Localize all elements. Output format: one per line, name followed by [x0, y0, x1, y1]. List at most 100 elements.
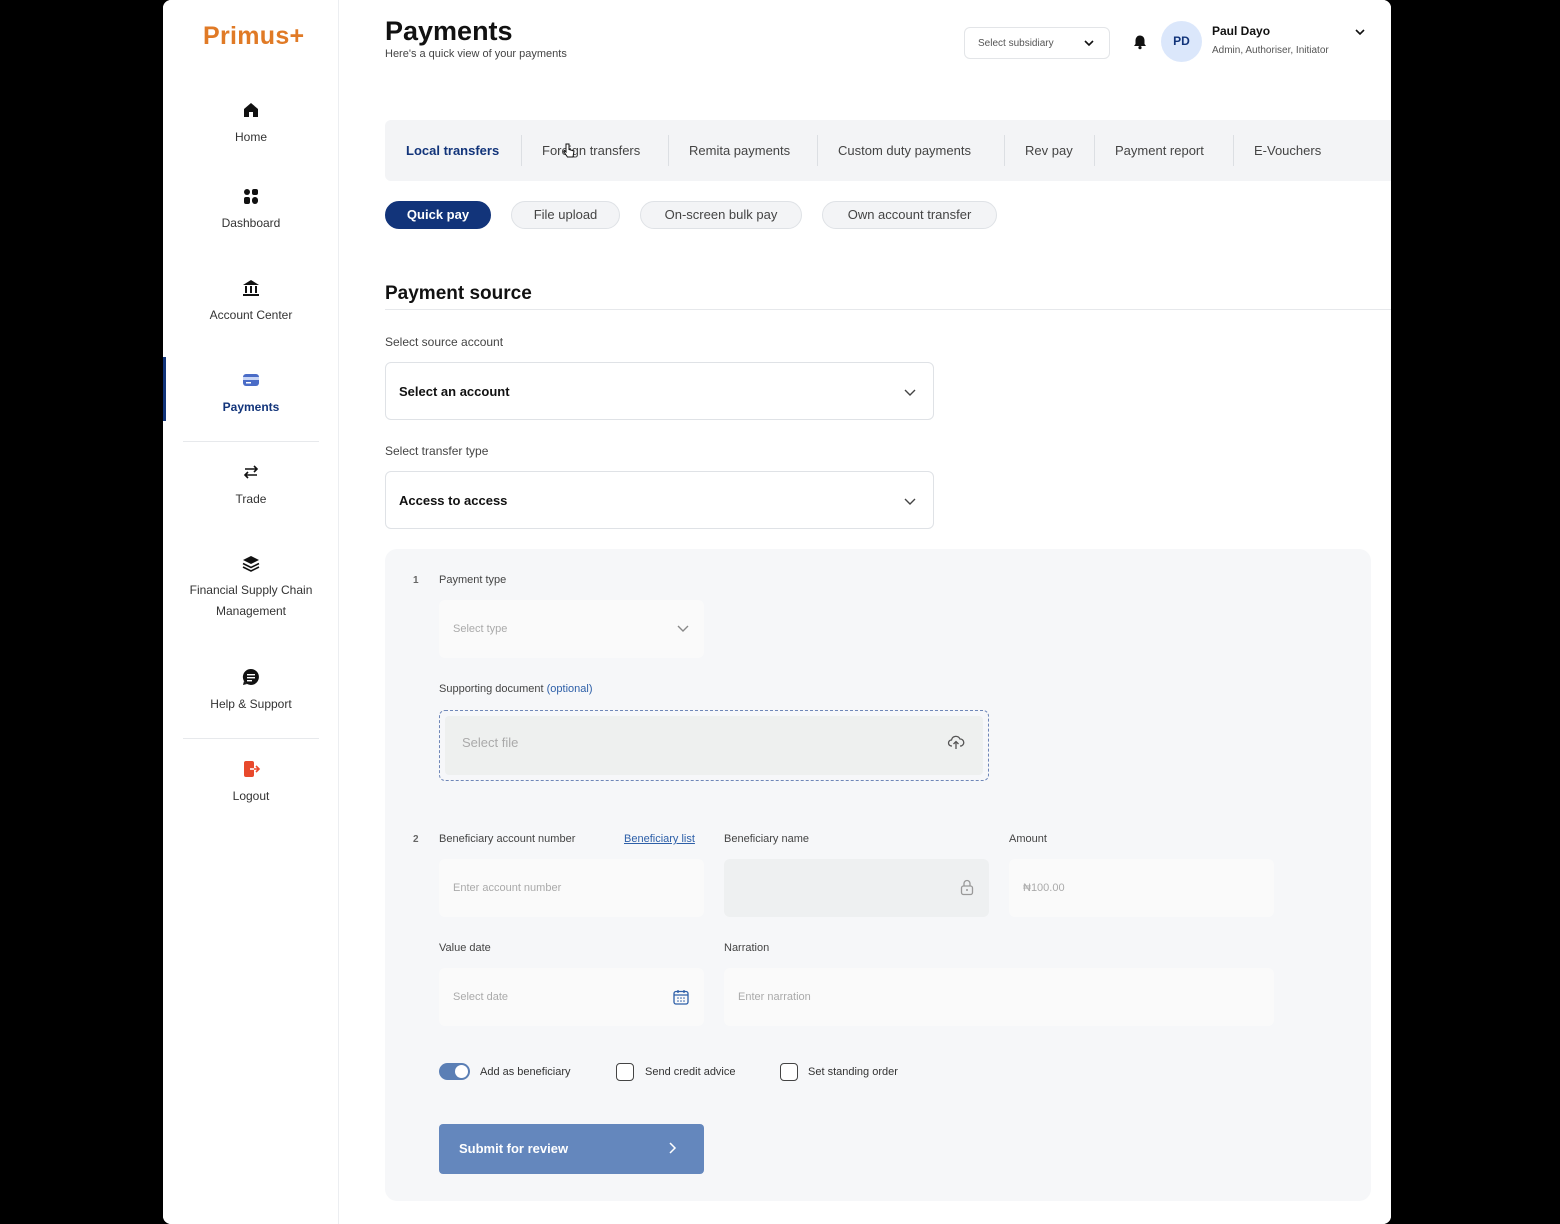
section-title: Payment source: [385, 283, 532, 304]
submit-for-review-button[interactable]: Submit for review: [439, 1124, 704, 1174]
add-beneficiary-label: Add as beneficiary: [480, 1066, 571, 1078]
chevron-down-icon: [677, 625, 689, 632]
tab-custom-duty-payments[interactable]: Custom duty payments: [838, 120, 971, 181]
send-credit-advice-checkbox[interactable]: [616, 1063, 634, 1081]
tab-local-transfers[interactable]: Local transfers: [406, 120, 499, 181]
sidebar-item-label: Home: [234, 130, 267, 144]
payment-tabs: Local transfers Foreign transfers Remita…: [385, 120, 1391, 181]
calendar-icon[interactable]: [672, 988, 690, 1006]
source-account-select[interactable]: Select an account: [385, 362, 934, 420]
sidebar: Primus+ Home Dashboard Account Center Pa…: [163, 0, 339, 1224]
hand-cursor-icon: [563, 143, 575, 158]
narration-label: Narration: [724, 942, 770, 954]
send-credit-advice-label: Send credit advice: [645, 1066, 736, 1078]
tab-divider: [1004, 135, 1005, 166]
payment-type-select[interactable]: Select type: [439, 600, 704, 658]
subsidiary-placeholder: Select subsidiary: [978, 38, 1054, 49]
sidebar-item-label: Financial Supply Chain Management: [189, 583, 313, 618]
add-beneficiary-toggle[interactable]: [439, 1063, 470, 1080]
sidebar-divider: [183, 441, 319, 442]
bell-icon[interactable]: [1132, 34, 1148, 50]
bank-icon: [243, 280, 259, 296]
tab-divider: [521, 135, 522, 166]
standing-order-checkbox[interactable]: [780, 1063, 798, 1081]
home-icon: [244, 103, 258, 117]
sidebar-item-label: Trade: [235, 492, 267, 506]
subtab-file-upload[interactable]: File upload: [511, 201, 620, 229]
value-date-input[interactable]: Select date: [439, 968, 704, 1026]
card-icon: [243, 374, 259, 386]
sidebar-item-financial-supply-chain[interactable]: Financial Supply Chain Management: [163, 554, 339, 622]
chevron-down-icon: [904, 389, 916, 396]
supporting-document-label: Supporting document (optional): [439, 683, 593, 695]
section-divider: [385, 309, 1391, 310]
chevron-right-icon: [669, 1142, 677, 1154]
transfer-type-select[interactable]: Access to access: [385, 471, 934, 529]
chevron-down-icon: [904, 498, 916, 505]
beneficiary-account-placeholder: Enter account number: [453, 882, 562, 894]
user-name: Paul Dayo: [1212, 24, 1271, 38]
subsidiary-select[interactable]: Select subsidiary: [964, 27, 1110, 59]
page-subtitle: Here's a quick view of your payments: [385, 48, 567, 60]
logout-icon: [244, 761, 261, 777]
subtab-own-account-transfer[interactable]: Own account transfer: [822, 201, 997, 229]
user-roles: Admin, Authoriser, Initiator: [1212, 45, 1329, 56]
chevron-down-icon[interactable]: [1354, 26, 1366, 38]
supporting-document-text: Supporting document: [439, 683, 544, 695]
swap-arrows-icon: [243, 465, 259, 479]
sidebar-divider: [183, 738, 319, 739]
dashboard-icon: [244, 189, 258, 204]
cloud-upload-icon: [947, 735, 965, 749]
main-content: Payments Here's a quick view of your pay…: [339, 0, 1391, 1224]
layers-icon: [242, 556, 260, 572]
step-number: 2: [413, 834, 419, 845]
tab-e-vouchers[interactable]: E-Vouchers: [1254, 120, 1321, 181]
sidebar-item-label: Dashboard: [221, 216, 281, 230]
tab-payment-report[interactable]: Payment report: [1115, 120, 1204, 181]
tab-divider: [1094, 135, 1095, 166]
lock-icon: [960, 879, 974, 896]
tab-divider: [668, 135, 669, 166]
sidebar-item-label: Help & Support: [210, 697, 292, 711]
sidebar-item-home[interactable]: Home: [163, 100, 339, 144]
beneficiary-list-link[interactable]: Beneficiary list: [624, 833, 695, 845]
step-number: 1: [413, 575, 419, 586]
sidebar-item-trade[interactable]: Trade: [163, 462, 339, 506]
toggle-knob: [455, 1065, 468, 1078]
transfer-type-label: Select transfer type: [385, 444, 489, 458]
sidebar-item-logout[interactable]: Logout: [163, 759, 339, 803]
avatar[interactable]: PD: [1161, 21, 1202, 62]
narration-input[interactable]: Enter narration: [724, 968, 1274, 1026]
tab-rev-pay[interactable]: Rev pay: [1025, 120, 1073, 181]
subtab-quick-pay[interactable]: Quick pay: [385, 201, 491, 229]
sidebar-item-label: Account Center: [209, 308, 293, 322]
tab-divider: [817, 135, 818, 166]
narration-placeholder: Enter narration: [738, 991, 811, 1003]
tab-remita-payments[interactable]: Remita payments: [689, 120, 790, 181]
page-title: Payments: [385, 16, 513, 46]
submit-label: Submit for review: [459, 1141, 569, 1156]
sidebar-item-account-center[interactable]: Account Center: [163, 278, 339, 322]
chat-icon: [242, 668, 259, 685]
source-account-label: Select source account: [385, 335, 504, 349]
file-dropzone[interactable]: Select file: [439, 710, 989, 781]
amount-label: Amount: [1009, 833, 1047, 845]
standing-order-label: Set standing order: [808, 1066, 898, 1078]
source-account-value: Select an account: [399, 384, 510, 399]
sidebar-item-dashboard[interactable]: Dashboard: [163, 186, 339, 230]
amount-input[interactable]: ₦100.00: [1009, 859, 1274, 917]
app-logo[interactable]: Primus+: [203, 22, 304, 51]
amount-placeholder: ₦100.00: [1023, 882, 1065, 894]
select-file-area[interactable]: Select file: [445, 716, 983, 775]
payment-type-label: Payment type: [439, 574, 507, 586]
optional-tag: (optional): [546, 683, 593, 695]
sidebar-item-help-support[interactable]: Help & Support: [163, 667, 339, 711]
sidebar-item-label: Logout: [232, 789, 270, 803]
sidebar-item-payments[interactable]: Payments: [163, 370, 339, 414]
payment-type-placeholder: Select type: [453, 623, 508, 635]
select-file-text: Select file: [462, 735, 519, 750]
tab-divider: [1233, 135, 1234, 166]
beneficiary-account-input[interactable]: Enter account number: [439, 859, 704, 917]
subtab-on-screen-bulk-pay[interactable]: On-screen bulk pay: [640, 201, 802, 229]
tab-foreign-transfers[interactable]: Foreign transfers: [542, 120, 640, 181]
